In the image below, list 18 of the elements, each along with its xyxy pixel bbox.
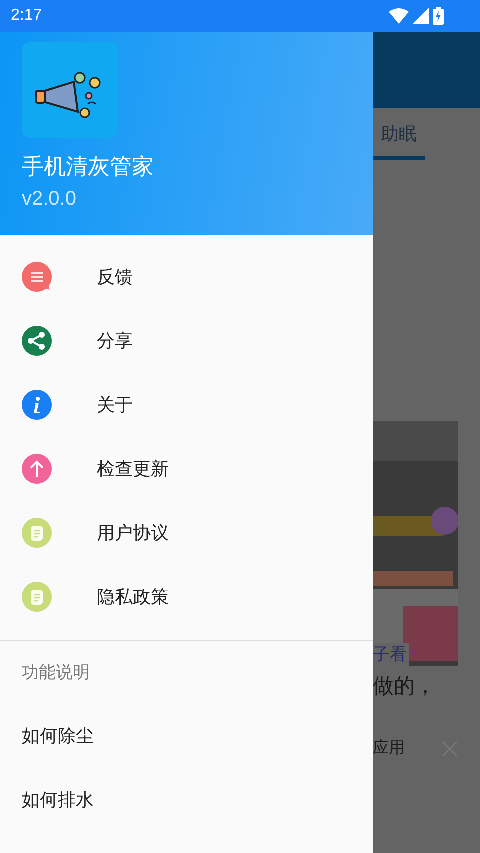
drawer-menu-item[interactable]: 关于 <box>0 373 373 437</box>
drawer-menu-item[interactable]: 分享 <box>0 309 373 373</box>
battery-icon <box>433 7 444 25</box>
drawer-menu-item[interactable]: 如何除尘 <box>0 705 373 769</box>
wifi-icon <box>389 8 409 24</box>
status-time: 2:17 <box>11 7 42 25</box>
signal-icon <box>413 8 429 24</box>
body-text: 做的， <box>373 673 437 700</box>
banner-text: 应用 <box>373 738 405 759</box>
app-version: v2.0.0 <box>22 188 78 211</box>
drawer-menu-item[interactable]: 如何排水 <box>0 769 373 833</box>
drawer-menu-item[interactable]: 反馈 <box>0 245 373 309</box>
drawer-menu-item[interactable]: 隐私政策 <box>0 565 373 629</box>
caption-text: 子看 <box>373 643 409 666</box>
section-heading: 功能说明 <box>21 662 91 685</box>
drawer-menu-item[interactable]: 检查更新 <box>0 437 373 501</box>
app-name: 手机清灰管家 <box>22 154 155 182</box>
drawer-menu-item[interactable]: 用户协议 <box>0 501 373 565</box>
